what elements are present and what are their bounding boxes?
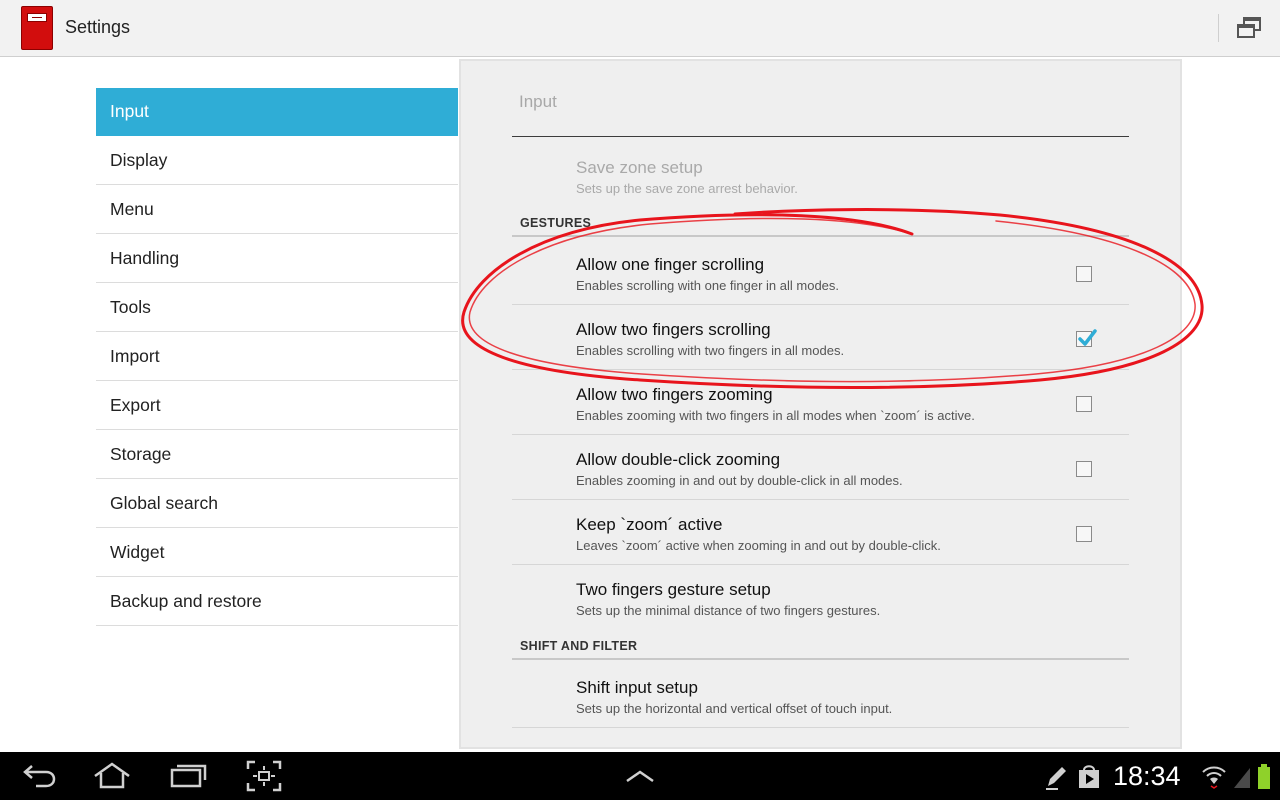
home-icon[interactable]: [92, 760, 132, 792]
signal-icon: [1234, 768, 1250, 788]
header-item-label: Widget: [110, 541, 165, 562]
pref-two-fingers-scrolling[interactable]: Allow two fingers scrolling Enables scro…: [512, 305, 1129, 370]
recent-apps-icon[interactable]: [168, 760, 208, 792]
category-gestures: GESTURES: [512, 213, 1129, 237]
category-label: GESTURES: [520, 216, 592, 230]
play-store-icon: [1079, 765, 1099, 788]
header-item-label: Global search: [110, 492, 218, 513]
header-item-backup-restore[interactable]: Backup and restore: [96, 577, 458, 626]
pref-summary: Enables scrolling with two fingers in al…: [576, 343, 845, 358]
pref-title: Two fingers gesture setup: [576, 580, 771, 599]
checkbox-unchecked[interactable]: [1076, 396, 1092, 412]
header-item-handling[interactable]: Handling: [96, 234, 458, 283]
pref-double-click-zooming[interactable]: Allow double-click zooming Enables zoomi…: [512, 435, 1129, 500]
header-item-label: Menu: [110, 198, 154, 219]
header-item-storage[interactable]: Storage: [96, 430, 458, 479]
settings-headers-list: Input Display Menu Handling Tools Import…: [96, 88, 458, 626]
checkbox-unchecked[interactable]: [1076, 526, 1092, 542]
pref-shift-input-setup[interactable]: Shift input setup Sets up the horizontal…: [512, 663, 1129, 728]
header-item-label: Import: [110, 345, 160, 366]
back-icon[interactable]: [20, 760, 58, 792]
pref-two-fingers-gesture-setup[interactable]: Two fingers gesture setup Sets up the mi…: [512, 565, 1129, 630]
header-item-label: Export: [110, 394, 161, 415]
up-chevron-icon[interactable]: [624, 760, 656, 792]
panel-title-divider: [512, 136, 1129, 137]
system-nav-bar: 18:34: [0, 752, 1280, 800]
header-item-global-search[interactable]: Global search: [96, 479, 458, 528]
app-logo-icon[interactable]: [21, 6, 53, 50]
pref-title: Shift input setup: [576, 678, 698, 697]
pref-keep-zoom-active[interactable]: Keep `zoom´ active Leaves `zoom´ active …: [512, 500, 1129, 565]
header-item-widget[interactable]: Widget: [96, 528, 458, 577]
pref-title: Save zone setup: [576, 158, 703, 177]
pref-summary: Leaves `zoom´ active when zooming in and…: [576, 538, 941, 553]
header-item-label: Backup and restore: [110, 590, 262, 611]
pref-summary: Sets up the minimal distance of two fing…: [576, 603, 881, 618]
header-item-label: Tools: [110, 296, 151, 317]
preferences-panel[interactable]: Input Save zone setup Sets up the save z…: [459, 59, 1182, 749]
battery-icon: [1258, 764, 1270, 789]
pref-title: Keep `zoom´ active: [576, 515, 723, 534]
header-item-input[interactable]: Input: [96, 88, 458, 136]
multi-window-icon[interactable]: [1236, 16, 1262, 40]
header-item-label: Display: [110, 149, 168, 170]
pen-icon: [1046, 767, 1066, 790]
header-item-export[interactable]: Export: [96, 381, 458, 430]
header-item-label: Input: [110, 101, 149, 121]
category-label: SHIFT AND FILTER: [520, 639, 638, 653]
checkmark-icon: [1078, 329, 1097, 346]
pref-summary: Enables scrolling with one finger in all…: [576, 278, 840, 293]
app-title: Settings: [65, 17, 131, 37]
pref-summary: Enables zooming in and out by double-cli…: [576, 473, 903, 488]
checkbox-checked[interactable]: [1076, 329, 1097, 347]
action-bar: Settings: [0, 0, 1280, 57]
header-item-tools[interactable]: Tools: [96, 283, 458, 332]
pref-title: Allow one finger scrolling: [576, 255, 765, 274]
pref-title: Allow double-click zooming: [576, 450, 781, 469]
header-item-label: Storage: [110, 443, 172, 464]
header-item-menu[interactable]: Menu: [96, 185, 458, 234]
pref-title: Allow two fingers scrolling: [576, 320, 771, 339]
pref-one-finger-scrolling[interactable]: Allow one finger scrolling Enables scrol…: [512, 240, 1129, 305]
pref-two-fingers-zooming[interactable]: Allow two fingers zooming Enables zoomin…: [512, 370, 1129, 435]
header-item-display[interactable]: Display: [96, 136, 458, 185]
header-item-import[interactable]: Import: [96, 332, 458, 381]
category-shift-and-filter: SHIFT AND FILTER: [512, 636, 1129, 660]
checkbox-unchecked[interactable]: [1076, 266, 1092, 282]
pref-title: Allow two fingers zooming: [576, 385, 773, 404]
status-clock: 18:34: [1113, 761, 1181, 791]
wifi-icon: [1202, 766, 1226, 789]
checkbox-unchecked[interactable]: [1076, 461, 1092, 477]
pref-save-zone-setup: Save zone setup Sets up the save zone ar…: [512, 143, 1129, 208]
pref-summary: Sets up the horizontal and vertical offs…: [576, 701, 893, 716]
header-item-label: Handling: [110, 247, 180, 268]
pref-summary: Enables zooming with two fingers in all …: [576, 408, 975, 423]
pref-summary: Sets up the save zone arrest behavior.: [576, 181, 798, 196]
screenshot-icon[interactable]: [246, 760, 282, 792]
panel-title: Input: [519, 92, 557, 111]
action-bar-divider: [1218, 14, 1219, 42]
